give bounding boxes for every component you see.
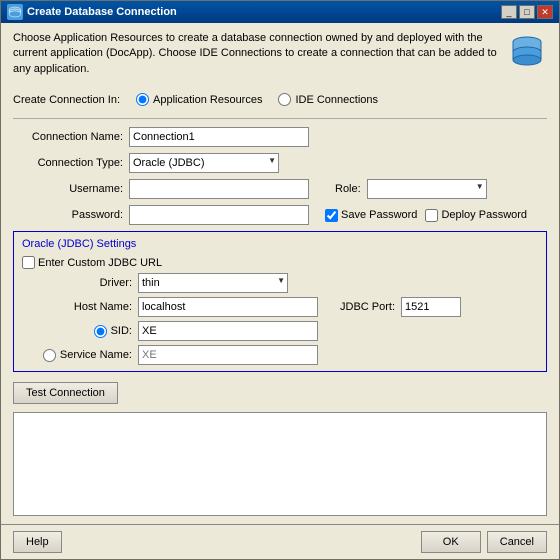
service-name-radio[interactable] [43,349,56,362]
username-label: Username: [13,183,123,195]
jdbc-port-label: JDBC Port: [340,301,395,313]
output-area [13,412,547,516]
dialog-footer: Help OK Cancel [1,524,559,559]
driver-label: Driver: [22,277,132,289]
sid-label: SID: [111,325,132,337]
divider-1 [13,118,547,119]
password-row: Password: Save Password Deploy Password [13,205,547,225]
window-controls: _ □ ✕ [501,5,553,19]
jdbc-section: Oracle (JDBC) Settings Enter Custom JDBC… [13,231,547,372]
custom-jdbc-label[interactable]: Enter Custom JDBC URL [22,256,162,269]
role-select[interactable] [367,179,487,199]
title-bar: Create Database Connection _ □ ✕ [1,1,559,23]
dialog-body: Choose Application Resources to create a… [1,23,559,524]
app-resources-radio-group: Application Resources [136,93,262,106]
jdbc-port-input[interactable] [401,297,461,317]
driver-wrapper: thin oci [138,273,288,293]
driver-row: Driver: thin oci [22,273,538,293]
create-connection-label: Create Connection In: [13,94,120,106]
connection-name-input[interactable] [129,127,309,147]
app-resources-radio[interactable] [136,93,149,106]
sid-radio-group: SID: [22,325,132,338]
minimize-button[interactable]: _ [501,5,517,19]
window-title: Create Database Connection [27,6,497,18]
dialog-window: Create Database Connection _ □ ✕ Choose … [0,0,560,560]
ide-connections-radio[interactable] [278,93,291,106]
sid-radio[interactable] [94,325,107,338]
deploy-password-checkbox[interactable] [425,209,438,222]
connection-name-row: Connection Name: [13,127,547,147]
ok-button[interactable]: OK [421,531,481,553]
connection-type-label: Connection Type: [13,157,123,169]
ide-connections-label: IDE Connections [295,94,378,106]
sid-input[interactable] [138,321,318,341]
username-input[interactable] [129,179,309,199]
sid-row: SID: [22,321,538,341]
host-input[interactable] [138,297,318,317]
password-options: Save Password Deploy Password [325,209,527,222]
connection-type-select[interactable]: Oracle (JDBC) MySQL PostgreSQL Derby [129,153,279,173]
custom-jdbc-checkbox[interactable] [22,256,35,269]
jdbc-section-title: Oracle (JDBC) Settings [22,238,538,250]
maximize-button[interactable]: □ [519,5,535,19]
help-button[interactable]: Help [13,531,62,553]
service-name-label: Service Name: [60,349,132,361]
description-area: Choose Application Resources to create a… [13,31,547,83]
service-name-radio-group: Service Name: [22,349,132,362]
connection-type-row: Connection Type: Oracle (JDBC) MySQL Pos… [13,153,547,173]
host-label: Host Name: [22,301,132,313]
connection-name-label: Connection Name: [13,131,123,143]
cancel-button[interactable]: Cancel [487,531,547,553]
window-icon [7,4,23,20]
role-wrapper [367,179,487,199]
service-name-input[interactable] [138,345,318,365]
password-label: Password: [13,209,123,221]
test-connection-button[interactable]: Test Connection [13,382,118,404]
app-resources-label: Application Resources [153,94,262,106]
connection-type-wrapper: Oracle (JDBC) MySQL PostgreSQL Derby [129,153,279,173]
save-password-checkbox[interactable] [325,209,338,222]
bottom-area: Test Connection [13,378,547,516]
save-password-label[interactable]: Save Password [325,209,417,222]
driver-select[interactable]: thin oci [138,273,288,293]
deploy-password-label[interactable]: Deploy Password [425,209,527,222]
database-icon [507,31,547,71]
username-row: Username: Role: [13,179,547,199]
test-btn-row: Test Connection [13,378,547,408]
service-name-row: Service Name: [22,345,538,365]
password-input[interactable] [129,205,309,225]
host-row: Host Name: JDBC Port: [22,297,538,317]
close-button[interactable]: ✕ [537,5,553,19]
custom-jdbc-row: Enter Custom JDBC URL [22,256,538,269]
create-connection-in-row: Create Connection In: Application Resour… [13,89,547,110]
ide-connections-radio-group: IDE Connections [278,93,378,106]
footer-right: OK Cancel [421,531,547,553]
description-text: Choose Application Resources to create a… [13,31,499,77]
role-label: Role: [335,183,361,195]
